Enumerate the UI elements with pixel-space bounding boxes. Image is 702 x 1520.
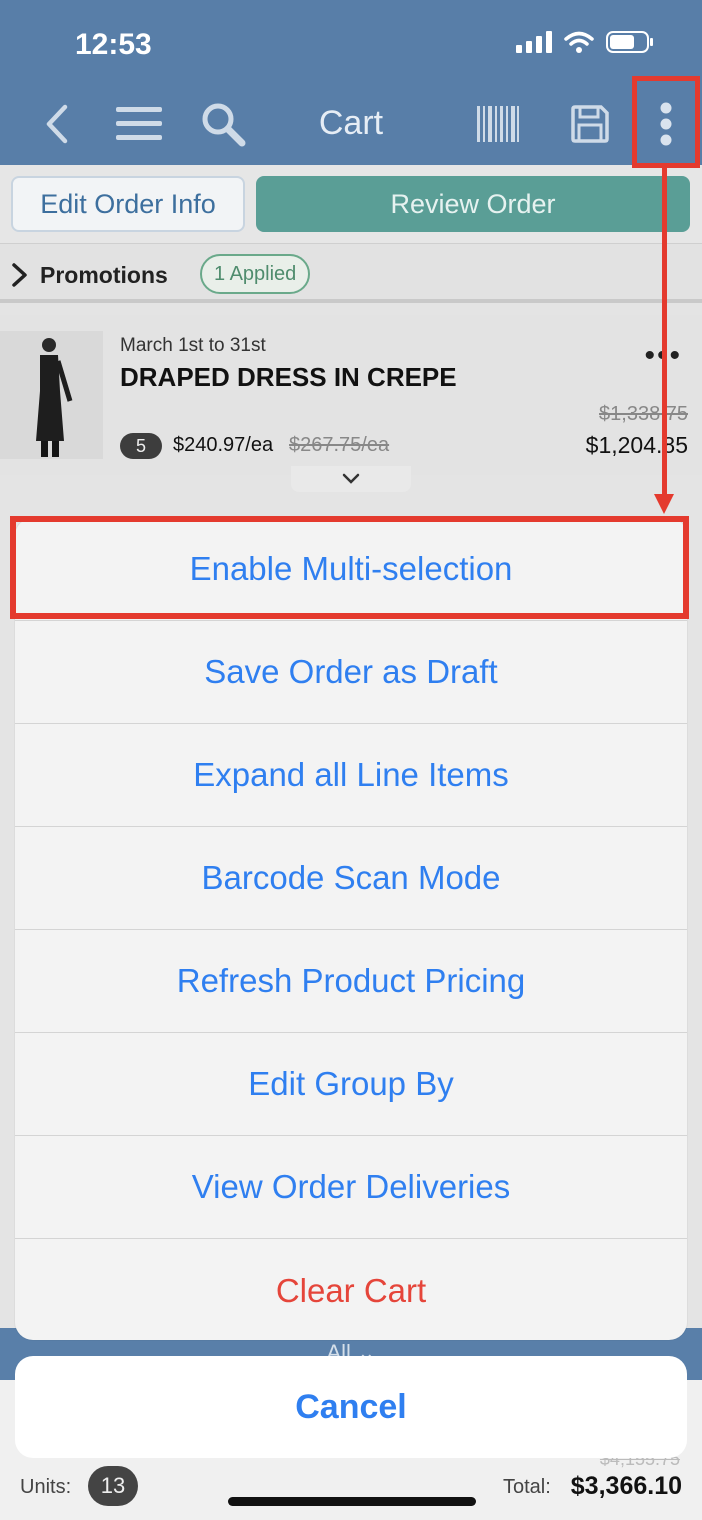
nav-header: 12:53 Cart <box>0 0 702 165</box>
save-icon[interactable] <box>570 98 610 150</box>
refresh-product-pricing-option[interactable]: Refresh Product Pricing <box>15 930 687 1033</box>
annotation-arrow-line <box>662 168 667 498</box>
action-sheet: Enable Multi-selection Save Order as Dra… <box>15 518 687 1340</box>
view-order-deliveries-option[interactable]: View Order Deliveries <box>15 1136 687 1239</box>
cellular-signal-icon <box>516 31 552 53</box>
status-icons <box>516 30 654 54</box>
home-indicator <box>228 1497 476 1506</box>
save-order-as-draft-option[interactable]: Save Order as Draft <box>15 621 687 724</box>
wifi-icon <box>564 31 594 53</box>
expand-all-line-items-option[interactable]: Expand all Line Items <box>15 724 687 827</box>
status-time: 12:53 <box>75 28 152 61</box>
annotation-arrow-head <box>654 494 674 514</box>
cancel-button[interactable]: Cancel <box>15 1356 687 1458</box>
more-options-highlight <box>632 76 700 168</box>
clear-cart-option[interactable]: Clear Cart <box>15 1239 687 1340</box>
battery-icon <box>606 31 653 53</box>
barcode-scan-mode-option[interactable]: Barcode Scan Mode <box>15 827 687 930</box>
edit-group-by-option[interactable]: Edit Group By <box>15 1033 687 1136</box>
barcode-icon[interactable] <box>477 98 519 150</box>
enable-multi-selection-highlight <box>10 516 689 619</box>
